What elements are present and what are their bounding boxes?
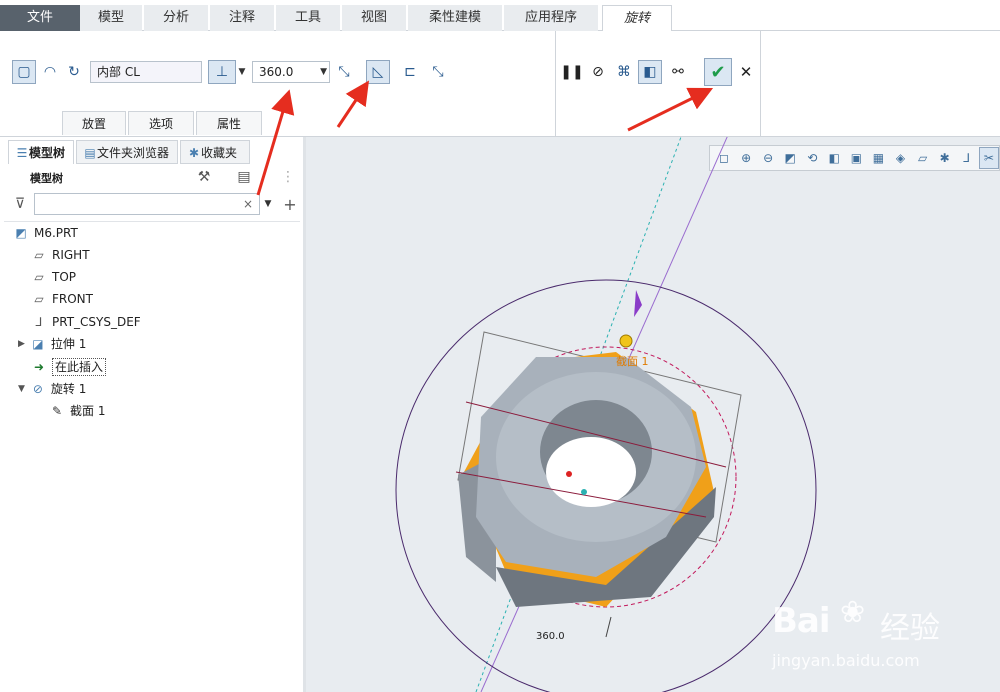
tab-favorites[interactable]: ✱ 收藏夹 — [180, 140, 250, 164]
watermark-word: 经验 — [880, 611, 940, 646]
clear-icon[interactable]: × — [243, 194, 253, 214]
tab-folder-browser[interactable]: ▤文件夹浏览器 — [76, 140, 178, 164]
subtab-placement[interactable]: 放置 — [62, 111, 126, 135]
ok-check-icon[interactable]: ✔ — [704, 58, 732, 86]
tree-item-root[interactable]: ◩ M6.PRT — [14, 223, 78, 243]
tree-item-csys[interactable]: ⅃ PRT_CSYS_DEF — [32, 312, 141, 332]
datum-plane-icon: ▱ — [34, 270, 44, 284]
tree-item-front[interactable]: ▱ FRONT — [32, 289, 93, 309]
tab-revolve[interactable]: 旋转 — [602, 5, 672, 32]
pause-icon[interactable]: ❚❚ — [560, 60, 584, 84]
tab-flexible-modeling[interactable]: 柔性建模 — [408, 5, 502, 31]
watermark-url: jingyan.baidu.com — [772, 651, 920, 670]
direction-arrow — [634, 290, 642, 317]
datum-plane-icon: ▱ — [34, 248, 44, 262]
surface-icon[interactable]: ◠ — [38, 60, 62, 84]
glasses-icon[interactable]: ⚯ — [666, 60, 690, 84]
verify-icon[interactable]: ◧ — [638, 60, 662, 84]
angle-type-icon[interactable]: ⊥ — [208, 60, 236, 84]
chevron-down-icon[interactable]: ▼ — [236, 60, 248, 84]
divider — [760, 31, 761, 137]
collapse-icon[interactable]: ▼ — [18, 379, 25, 399]
tab-analysis[interactable]: 分析 — [144, 5, 208, 31]
watermark-brand: Bai — [772, 601, 831, 641]
chevron-down-icon[interactable]: ▼ — [262, 192, 274, 216]
tree-item-section[interactable]: ✎ 截面 1 — [50, 401, 105, 421]
menu-bar: 文件 模型 分析 注释 工具 视图 柔性建模 应用程序 旋转 — [0, 0, 1000, 32]
show-icon[interactable]: ▤ — [232, 165, 256, 189]
folder-icon: ▤ — [84, 146, 96, 160]
subtab-options[interactable]: 选项 — [128, 111, 194, 135]
tree-item-top[interactable]: ▱ TOP — [32, 267, 76, 287]
preview-geometry-icon[interactable]: ⌘ — [612, 60, 636, 84]
datum-plane-icon: ▱ — [34, 292, 44, 306]
no-preview-icon[interactable]: ⊘ — [586, 60, 610, 84]
part-icon: ◩ — [15, 226, 27, 240]
expand-icon[interactable]: ▶ — [18, 334, 25, 354]
csys-icon: ⅃ — [35, 315, 43, 329]
add-icon[interactable]: + — [278, 192, 302, 216]
insert-arrow-icon: ➜ — [33, 360, 45, 374]
chevron-down-icon[interactable]: ▼ — [320, 62, 327, 82]
panel-heading: 模型树 — [30, 172, 63, 185]
tree-icon: ☰ — [16, 146, 28, 160]
divider — [555, 31, 556, 137]
angle-value-input[interactable]: 360.0 ▼ — [252, 61, 330, 83]
tree-item-revolve[interactable]: ▼ ⊘ 旋转 1 — [18, 379, 86, 399]
revolve-icon: ⊘ — [32, 382, 43, 396]
tab-annotate[interactable]: 注释 — [210, 5, 274, 31]
tree-item-insert-here[interactable]: ➜ 在此插入 — [32, 357, 107, 377]
filter-icon[interactable]: ⊽ — [8, 192, 32, 216]
tab-tools[interactable]: 工具 — [276, 5, 340, 31]
watermark: Bai ❀ 经验 jingyan.baidu.com — [764, 593, 1000, 692]
settings-icon[interactable]: ⚒ — [192, 165, 216, 189]
flip-material-icon[interactable]: ⤡ — [426, 60, 450, 84]
tab-view[interactable]: 视图 — [342, 5, 406, 31]
star-icon: ✱ — [188, 146, 200, 160]
display-icon[interactable]: ⋮ — [276, 165, 300, 189]
revolve-flip-icon[interactable]: ↻ — [62, 60, 86, 84]
flip-angle-icon[interactable]: ⤡ — [332, 60, 356, 84]
graphics-area[interactable]: ◻ ⊕ ⊖ ◩ ⟲ ◧ ▣ ▦ ◈ ▱ ✱ ⅃ ✂ 截面 1 360.0 Bai… — [306, 137, 1000, 692]
solid-icon[interactable]: ▢ — [12, 60, 36, 84]
search-input[interactable]: × — [34, 193, 260, 215]
add-thickness-icon[interactable]: ◺ — [366, 60, 390, 84]
subtab-properties[interactable]: 属性 — [196, 111, 262, 135]
revolve-dashboard: ▢ ◠ ↻ 内部 CL ⊥ ▼ 360.0 ▼ ⤡ ◺ ⊏ ⤡ 放置 选项 属性… — [0, 31, 1000, 137]
tab-file[interactable]: 文件 — [0, 5, 80, 31]
model-tree-panel: ☰ 模型树 ▤文件夹浏览器 ✱ 收藏夹 模型树 ⚒ ▤ ⋮ ⊽ × ▼ + ◩ M6.… — [0, 137, 306, 692]
angle-value: 360.0 — [259, 65, 294, 79]
tree-item-right[interactable]: ▱ RIGHT — [32, 245, 89, 265]
angle-dimension[interactable]: 360.0 — [536, 631, 565, 642]
tab-applications[interactable]: 应用程序 — [504, 5, 598, 31]
tab-model-tree[interactable]: ☰ 模型树 — [8, 140, 74, 164]
paw-icon: ❀ — [840, 595, 866, 630]
divider — [4, 221, 300, 222]
remove-material-icon[interactable]: ⊏ — [398, 60, 422, 84]
tree-item-extrude[interactable]: ▶ ◪ 拉伸 1 — [18, 334, 86, 354]
tab-model[interactable]: 模型 — [80, 5, 142, 31]
sketch-icon: ✎ — [51, 404, 63, 418]
extrude-icon: ◪ — [32, 337, 44, 351]
sketch-collector[interactable]: 内部 CL — [90, 61, 202, 83]
cancel-x-icon[interactable]: ✕ — [734, 60, 758, 84]
drag-handle — [619, 334, 633, 348]
section-label: 截面 1 — [616, 355, 649, 368]
